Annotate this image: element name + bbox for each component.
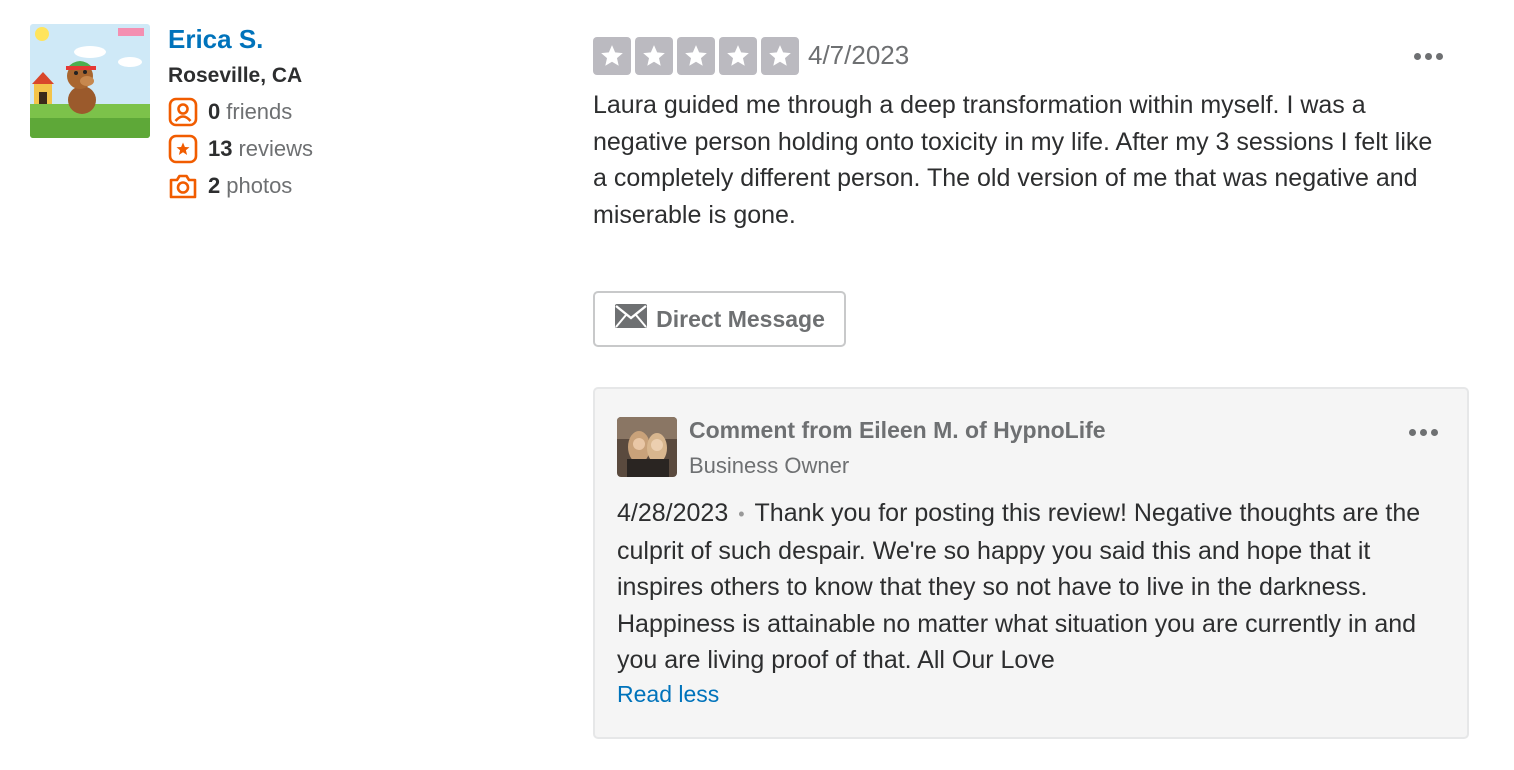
envelope-icon [614, 303, 648, 335]
direct-message-label: Direct Message [656, 305, 825, 332]
star-icon [719, 37, 757, 75]
star-icon [677, 37, 715, 75]
reviews-count: 13 [208, 136, 233, 161]
camera-icon [168, 171, 198, 201]
review-more-options-button[interactable] [1410, 46, 1446, 66]
user-location: Roseville, CA [168, 64, 303, 87]
reviews-stat: 13 reviews [168, 134, 313, 164]
star-rating [593, 37, 799, 75]
comment-date: 4/28/2023 [617, 499, 729, 527]
user-name-link[interactable]: Erica S. [168, 24, 263, 55]
comment-body: 4/28/2023 • Thank you for posting this rev… [617, 495, 1453, 679]
comment-more-options-button[interactable] [1405, 422, 1441, 442]
friends-count: 0 [208, 99, 221, 124]
friends-label: friends [226, 99, 293, 124]
reviews-label: reviews [238, 136, 314, 161]
friends-icon [168, 97, 198, 127]
star-icon [635, 37, 673, 75]
comment-role: Business Owner [689, 453, 850, 478]
owner-avatar[interactable] [617, 417, 677, 477]
more-dots-icon [1408, 428, 1416, 436]
photos-label: photos [226, 173, 293, 198]
user-avatar[interactable] [30, 24, 150, 138]
photos-stat: 2 photos [168, 171, 292, 201]
comment-header: Comment from Eileen M. of HypnoLife [689, 417, 1106, 443]
comment-text: Thank you for posting this review! Negat… [617, 499, 1421, 675]
review-text: Laura guided me through a deep transform… [593, 91, 1433, 229]
reviews-star-icon [168, 134, 198, 164]
more-dots-icon [1413, 52, 1421, 60]
friends-stat: 0 friends [168, 97, 292, 127]
star-icon [761, 37, 799, 75]
owner-comment: Comment from Eileen M. of HypnoLife Busi… [593, 387, 1469, 739]
direct-message-button[interactable]: Direct Message [593, 291, 846, 347]
read-less-link[interactable]: Read less [617, 681, 719, 708]
separator-dot: • [738, 504, 745, 525]
photos-count: 2 [208, 173, 221, 198]
review-date: 4/7/2023 [808, 40, 910, 70]
star-icon [593, 37, 631, 75]
